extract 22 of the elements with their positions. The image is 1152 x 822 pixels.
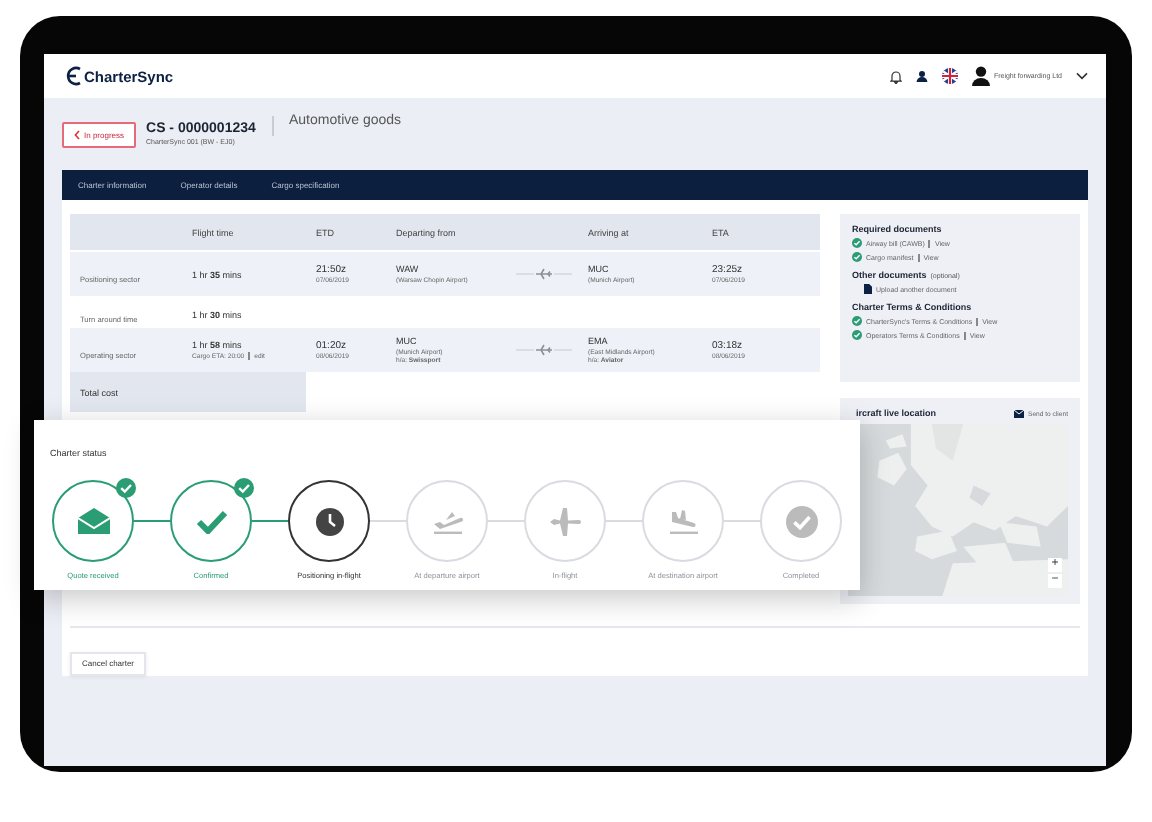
check-icon <box>195 509 227 533</box>
person-icon[interactable] <box>915 70 928 82</box>
envelope-icon <box>1014 409 1025 417</box>
clock-icon <box>315 507 343 535</box>
plane-icon <box>549 507 581 535</box>
check-circle-icon <box>852 316 862 326</box>
bell-icon[interactable] <box>889 69 902 83</box>
flag-icon[interactable] <box>941 68 958 84</box>
envelope-icon <box>77 508 109 534</box>
plane-route-icon <box>516 344 572 356</box>
landing-plane-icon <box>667 509 699 533</box>
check-circle-icon <box>852 252 862 262</box>
takeoff-plane-icon <box>431 509 463 533</box>
document-icon <box>864 284 872 294</box>
chevron-left-icon <box>74 129 80 139</box>
avatar-icon[interactable] <box>971 66 990 86</box>
chevron-down-icon[interactable] <box>1076 72 1088 80</box>
logo-icon <box>64 66 84 86</box>
plane-route-icon <box>516 268 572 280</box>
check-circle-icon <box>852 330 862 340</box>
check-circle-icon <box>852 238 862 248</box>
check-circle-icon <box>785 505 817 537</box>
